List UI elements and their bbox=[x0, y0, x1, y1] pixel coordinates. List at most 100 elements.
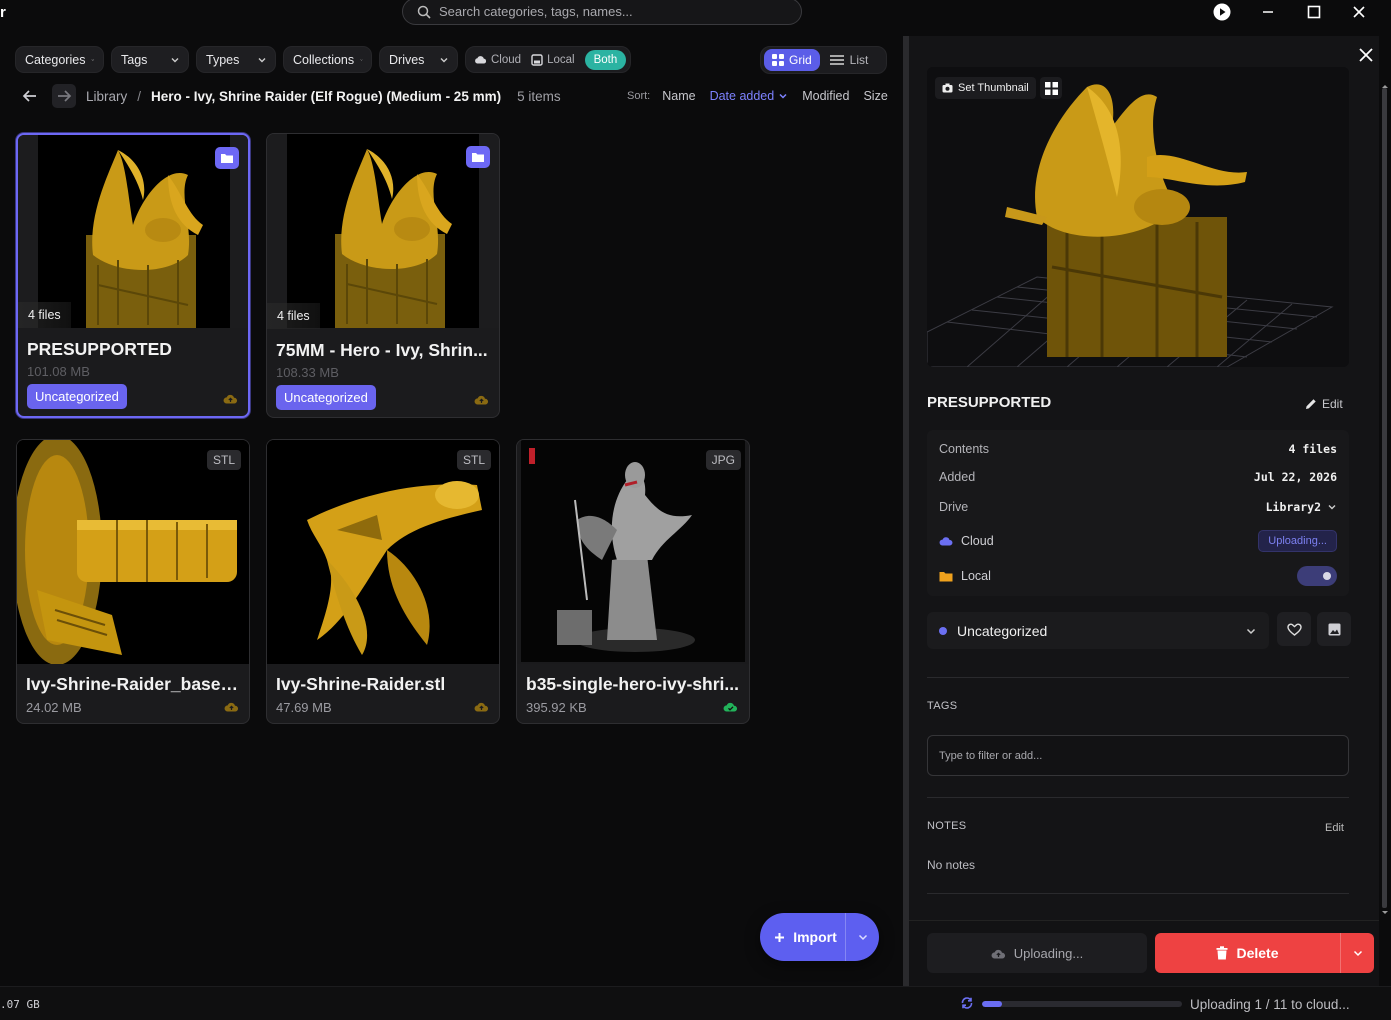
categories-filter[interactable]: Categories bbox=[15, 46, 104, 73]
meta-label: Added bbox=[939, 470, 976, 484]
list-icon bbox=[829, 55, 844, 65]
file-type-badge: STL bbox=[456, 450, 491, 470]
file-type-badge: JPG bbox=[705, 450, 741, 470]
grid-icon bbox=[1044, 81, 1058, 95]
card-size: 47.69 MB bbox=[276, 700, 332, 715]
delete-main-action[interactable]: Delete bbox=[1155, 945, 1340, 961]
play-icon[interactable] bbox=[1210, 2, 1234, 22]
notes-text: No notes bbox=[927, 858, 976, 872]
back-button[interactable] bbox=[18, 84, 42, 108]
cloud-upload-icon bbox=[474, 395, 489, 405]
local-toggle[interactable] bbox=[1297, 566, 1337, 586]
image-icon bbox=[1328, 623, 1340, 635]
favorite-button[interactable] bbox=[1277, 612, 1311, 646]
model-preview[interactable]: Set Thumbnail bbox=[927, 67, 1349, 367]
types-filter[interactable]: Types bbox=[196, 46, 276, 73]
storage-used: .07 GB bbox=[0, 998, 40, 1011]
sort-modified-option[interactable]: Modified bbox=[802, 89, 849, 103]
file-card-jpg[interactable]: JPG b35-single-hero-ivy-shri... 395.92 K… bbox=[516, 439, 750, 724]
import-main-action[interactable]: Import bbox=[760, 929, 845, 945]
folder-card-presupported[interactable]: 4 files PRESUPPORTED 101.08 MB Uncategor… bbox=[16, 133, 250, 418]
chevron-down-icon bbox=[258, 57, 266, 62]
category-select-value: Uncategorized bbox=[957, 622, 1048, 639]
panel-scrollbar[interactable] bbox=[1379, 82, 1391, 917]
card-size: 101.08 MB bbox=[27, 364, 90, 379]
folder-icon bbox=[939, 571, 953, 581]
edit-title-button[interactable]: Edit bbox=[1305, 397, 1343, 411]
sort-bar: Sort: Name Date added Modified Size bbox=[627, 89, 888, 103]
edit-label: Edit bbox=[1322, 397, 1343, 411]
list-view-button[interactable]: List bbox=[824, 53, 875, 67]
chevron-down-icon bbox=[858, 934, 867, 941]
sort-name-option[interactable]: Name bbox=[662, 89, 695, 103]
thumbnail-grid-button[interactable] bbox=[1040, 77, 1062, 99]
meta-drive-row: Drive Library2 bbox=[939, 500, 1337, 514]
cloud-upload-icon bbox=[991, 949, 1005, 958]
plus-icon bbox=[775, 932, 785, 942]
image-button[interactable] bbox=[1317, 612, 1351, 646]
tags-filter[interactable]: Tags bbox=[111, 46, 189, 73]
divider bbox=[927, 677, 1349, 678]
meta-contents-row: Contents 4 files bbox=[939, 442, 1337, 456]
source-both-option[interactable]: Both bbox=[584, 49, 627, 70]
drive-select[interactable]: Library2 bbox=[1266, 500, 1337, 514]
tags-heading: TAGS bbox=[927, 700, 958, 712]
file-card-raider-stl[interactable]: STL Ivy-Shrine-Raider.stl 47.69 MB bbox=[266, 439, 500, 724]
drives-filter-label: Drives bbox=[389, 52, 425, 67]
maximize-icon[interactable] bbox=[1302, 2, 1326, 22]
sort-date-added-option[interactable]: Date added bbox=[710, 89, 789, 103]
sort-size-option[interactable]: Size bbox=[863, 89, 887, 103]
uploading-label: Uploading... bbox=[1013, 945, 1084, 961]
minimize-icon[interactable] bbox=[1256, 2, 1280, 22]
grid-icon bbox=[772, 54, 784, 66]
breadcrumb-root[interactable]: Library bbox=[86, 89, 127, 104]
file-card-base-stl[interactable]: STL Ivy-Shrine-Raider_base.stl 24.02 MB bbox=[16, 439, 250, 724]
file-type-badge: STL bbox=[206, 450, 241, 470]
card-thumbnail bbox=[267, 440, 499, 664]
close-window-icon[interactable] bbox=[1347, 2, 1371, 22]
chevron-down-icon bbox=[360, 58, 363, 61]
chevron-down-icon bbox=[1353, 950, 1362, 957]
meta-label: Local bbox=[961, 569, 991, 583]
card-size: 395.92 KB bbox=[526, 700, 587, 715]
forward-button[interactable] bbox=[52, 84, 76, 108]
cloud-upload-icon bbox=[474, 702, 489, 712]
card-size: 108.33 MB bbox=[276, 365, 339, 380]
delete-dropdown-toggle[interactable] bbox=[1340, 933, 1374, 973]
import-dropdown-toggle[interactable] bbox=[845, 913, 879, 961]
meta-label: Contents bbox=[939, 442, 990, 456]
grid-view-button[interactable]: Grid bbox=[764, 49, 820, 71]
chevron-down-icon bbox=[171, 57, 179, 62]
delete-button[interactable]: Delete bbox=[1155, 933, 1374, 973]
app-title-glyph: r bbox=[0, 4, 6, 21]
card-title: 75MM - Hero - Ivy, Shrin... bbox=[276, 340, 488, 360]
search-input[interactable]: Search categories, tags, names... bbox=[439, 4, 633, 19]
divider bbox=[927, 893, 1349, 894]
card-title: PRESUPPORTED bbox=[27, 339, 172, 359]
drives-filter[interactable]: Drives bbox=[379, 46, 458, 73]
collections-filter[interactable]: Collections bbox=[283, 46, 372, 73]
source-cloud-option[interactable]: Cloud bbox=[474, 54, 521, 66]
uploading-button[interactable]: Uploading... bbox=[927, 933, 1147, 973]
status-bar bbox=[0, 986, 1391, 1020]
category-badge[interactable]: Uncategorized bbox=[27, 384, 127, 409]
source-local-option[interactable]: Local bbox=[531, 54, 575, 66]
search-bar[interactable]: Search categories, tags, names... bbox=[402, 0, 802, 25]
meta-label: Drive bbox=[939, 500, 969, 514]
notes-edit-button[interactable]: Edit bbox=[1325, 822, 1344, 834]
types-filter-label: Types bbox=[206, 52, 240, 67]
chevron-down-icon bbox=[1246, 628, 1256, 634]
folder-card-75mm[interactable]: 4 files 75MM - Hero - Ivy, Shrin... 108.… bbox=[266, 133, 500, 418]
list-view-label: List bbox=[849, 53, 869, 67]
tags-input[interactable]: Type to filter or add... bbox=[927, 735, 1349, 776]
breadcrumb: Library / Hero - Ivy, Shrine Raider (Elf… bbox=[18, 84, 561, 108]
category-badge[interactable]: Uncategorized bbox=[276, 385, 376, 410]
source-cloud-label: Cloud bbox=[491, 53, 522, 66]
cloud-icon bbox=[475, 56, 487, 64]
card-size: 24.02 MB bbox=[26, 700, 82, 715]
close-panel-icon[interactable] bbox=[1356, 45, 1376, 65]
drive-icon bbox=[531, 53, 543, 66]
set-thumbnail-button[interactable]: Set Thumbnail bbox=[935, 77, 1036, 99]
import-button[interactable]: Import bbox=[760, 913, 879, 961]
category-select[interactable]: Uncategorized bbox=[927, 612, 1269, 649]
